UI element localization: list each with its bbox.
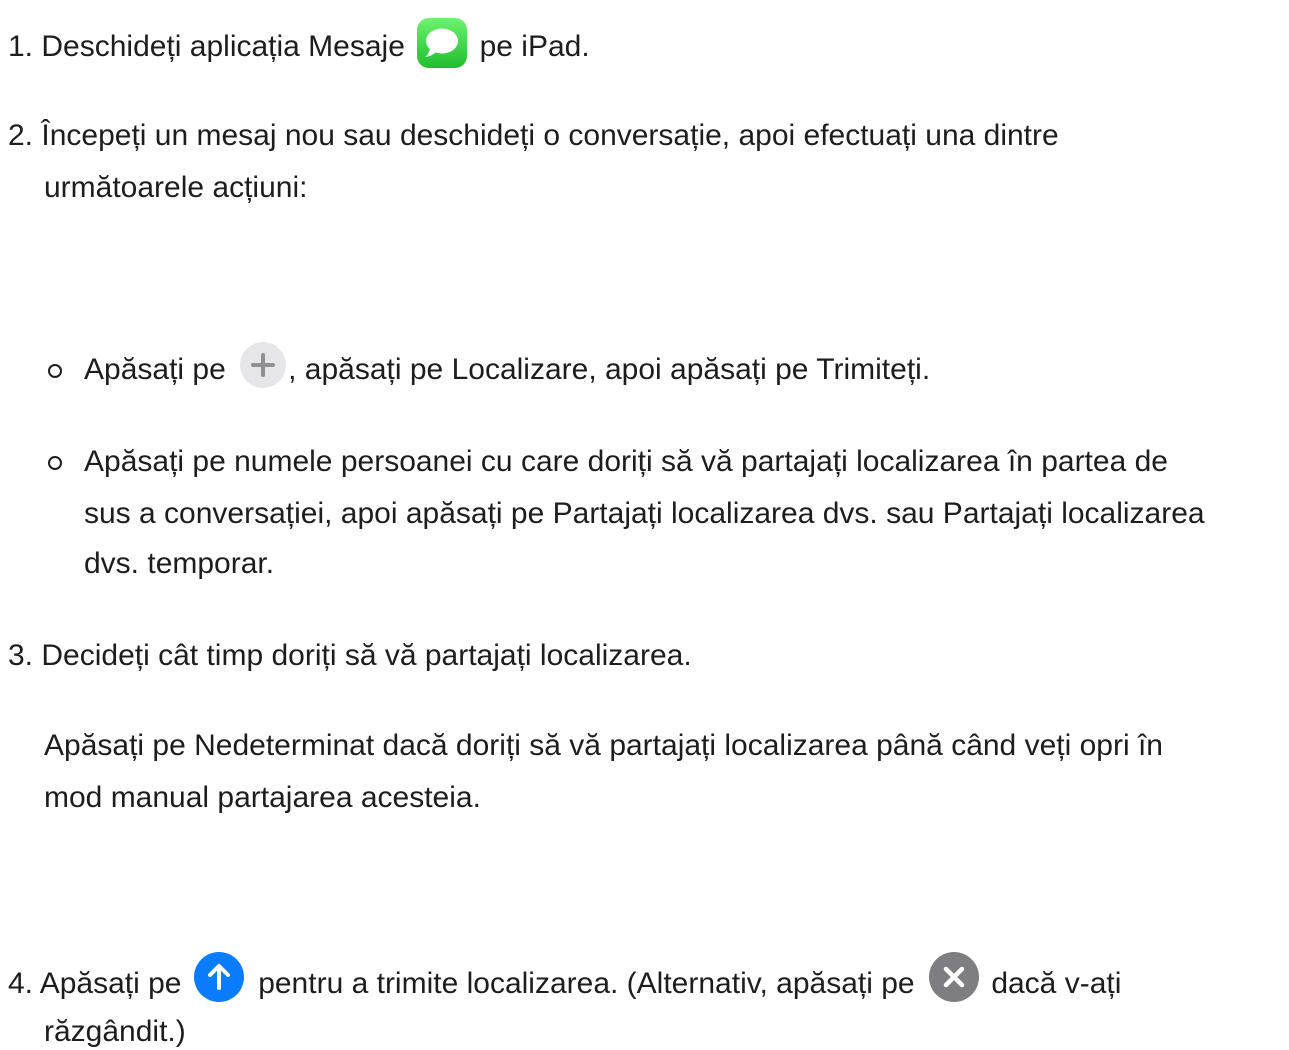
step-2-continued: următoarele acțiuni: bbox=[44, 170, 307, 206]
step-text-after: pe iPad. bbox=[479, 29, 590, 63]
step-text: Începeți un mesaj nou sau deschideți o c… bbox=[41, 119, 1059, 152]
step-3-note: Apăsați pe Nedeterminat dacă doriți să v… bbox=[44, 728, 1163, 764]
option-text: Apăsați pe bbox=[84, 353, 226, 386]
step-2: 2. Începeți un mesaj nou sau deschideți … bbox=[8, 118, 1059, 154]
plus-icon bbox=[240, 342, 287, 389]
step-3: 3. Decideți cât timp doriți să vă partaj… bbox=[8, 638, 692, 674]
messages-app-icon bbox=[417, 18, 468, 68]
bullet-marker bbox=[48, 456, 62, 470]
option-2: Apăsați pe numele persoanei cu care dori… bbox=[84, 444, 1168, 480]
step-4-continued: răzgândit.) bbox=[44, 1014, 186, 1050]
step-text: Decideți cât timp doriți să vă partajați… bbox=[41, 639, 692, 672]
option-2-continued: dvs. temporar. bbox=[84, 546, 274, 582]
step-number: 2. bbox=[8, 119, 34, 152]
cancel-x-icon bbox=[928, 952, 979, 1003]
step-text: răzgândit.) bbox=[44, 1015, 186, 1048]
step-4: 4. Apăsați pe pentru a trimite localizar… bbox=[8, 952, 1122, 1003]
option-text: dvs. temporar. bbox=[84, 547, 275, 580]
option-text: sus a conversației, apoi apăsați pe Part… bbox=[84, 497, 1205, 530]
step-text: Apăsați pe bbox=[39, 967, 182, 1000]
note-text: Apăsați pe Nedeterminat dacă doriți să v… bbox=[44, 729, 1163, 762]
note-text: mod manual partajarea acesteia. bbox=[44, 781, 481, 814]
step-number: 1. bbox=[8, 29, 34, 63]
option-2-continued: sus a conversației, apoi apăsați pe Part… bbox=[84, 496, 1205, 532]
option-text-after: , apăsați pe Localizare, apoi apăsați pe… bbox=[288, 353, 931, 386]
step-3-note-continued: mod manual partajarea acesteia. bbox=[44, 780, 481, 816]
step-text: Deschideți aplicația Mesaje bbox=[41, 29, 405, 63]
bullet-marker bbox=[48, 364, 62, 378]
option-text: Apăsați pe numele persoanei cu care dori… bbox=[84, 445, 1168, 478]
send-arrow-icon bbox=[193, 952, 244, 1003]
step-text-middle: pentru a trimite localizarea. (Alternati… bbox=[258, 967, 915, 1000]
step-number: 4. bbox=[8, 967, 34, 1000]
step-text-after: dacă v-ați bbox=[991, 967, 1122, 1000]
step-1: 1. Deschideți aplicația Mesaje pe iPad. bbox=[8, 18, 590, 68]
step-number: 3. bbox=[8, 639, 34, 672]
step-text: următoarele acțiuni: bbox=[44, 171, 308, 204]
option-1: Apăsați pe , apăsați pe Localizare, apoi… bbox=[84, 342, 931, 389]
